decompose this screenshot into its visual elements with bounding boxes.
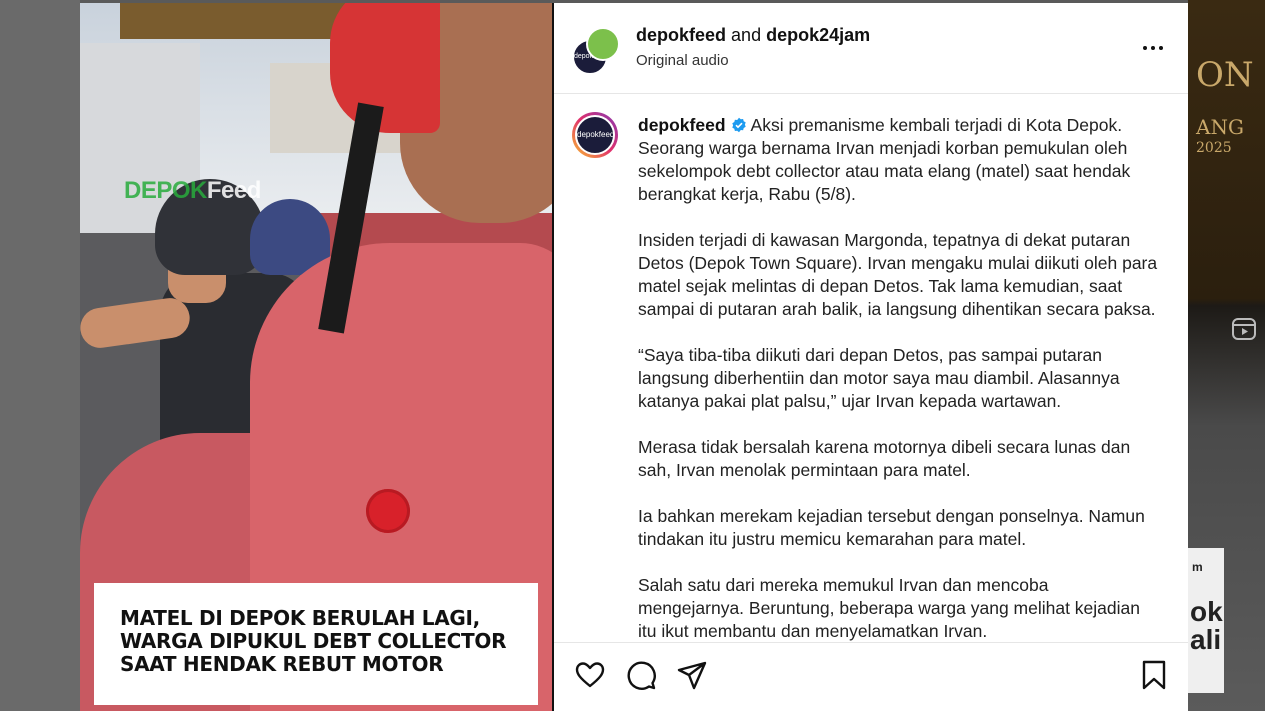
bg-card-text: m xyxy=(1192,560,1203,574)
media-caption-line: SAAT HENDAK REBUT MOTOR xyxy=(120,652,444,676)
caption-paragraph: Merasa tidak bersalah karena motornya di… xyxy=(638,437,1131,480)
verified-badge-icon xyxy=(731,117,746,133)
post-modal: DEPOKFeed MATEL DI DEPOK BERULAH LAGI, W… xyxy=(80,3,1188,711)
bg-card-text: ali xyxy=(1190,624,1222,655)
collab-names: depokfeed and depok24jam xyxy=(636,25,870,46)
avatar xyxy=(586,27,620,61)
action-bar xyxy=(554,642,1188,711)
bg-text: 2025 xyxy=(1196,140,1232,156)
media-watermark: DEPOKFeed xyxy=(124,177,261,204)
caption-area[interactable]: depokfeed depokfeed Aksi premanisme kemba… xyxy=(554,94,1188,642)
reels-icon[interactable] xyxy=(1232,318,1256,340)
avatar: depokfeed xyxy=(575,115,615,155)
bg-text: ANG xyxy=(1196,115,1244,139)
bookmark-icon[interactable] xyxy=(1138,659,1170,691)
caption-paragraph: Insiden terjadi di kawasan Margonda, tep… xyxy=(638,230,1158,319)
caption-paragraph: Salah satu dari mereka memukul Irvan dan… xyxy=(638,575,1140,641)
post-header: depokfeed depokfeed and depok24jam Origi… xyxy=(554,3,1188,94)
post-media[interactable]: DEPOKFeed MATEL DI DEPOK BERULAH LAGI, W… xyxy=(80,3,552,711)
caption-paragraph: “Saya tiba-tiba diikuti dari depan Detos… xyxy=(638,345,1120,411)
bg-text: ON xyxy=(1196,55,1254,95)
collab-avatars[interactable]: depokfeed xyxy=(572,25,620,75)
share-icon[interactable] xyxy=(676,659,708,691)
avatar-story-ring[interactable]: depokfeed xyxy=(572,112,618,158)
media-caption-line: MATEL DI DEPOK BERULAH LAGI, xyxy=(120,606,480,630)
media-caption-line: WARGA DIPUKUL DEBT COLLECTOR xyxy=(120,629,507,653)
background-left xyxy=(0,0,80,711)
username-link[interactable]: depokfeed xyxy=(636,25,726,45)
caption-paragraph: Ia bahkan merekam kejadian tersebut deng… xyxy=(638,506,1145,549)
post-panel: depokfeed depokfeed and depok24jam Origi… xyxy=(554,3,1188,711)
heart-icon[interactable] xyxy=(574,659,606,691)
photo-red-helmet xyxy=(330,3,440,133)
audio-link[interactable]: Original audio xyxy=(636,52,729,69)
username-link[interactable]: depokfeed xyxy=(638,115,726,135)
comment-icon[interactable] xyxy=(625,659,657,691)
more-options-icon[interactable] xyxy=(1140,39,1166,57)
background-right: ON ANG 2025 m ok ali xyxy=(1188,0,1265,711)
joiner-text: and xyxy=(731,25,762,45)
username-link[interactable]: depok24jam xyxy=(766,25,870,45)
photo-red-button xyxy=(366,489,410,533)
caption-paragraph: depokfeed Aksi premanisme kembali terjadi… xyxy=(638,114,1158,206)
caption-text: depokfeed Aksi premanisme kembali terjadi… xyxy=(638,114,1158,642)
media-caption-text: MATEL DI DEPOK BERULAH LAGI, WARGA DIPUK… xyxy=(120,607,520,676)
